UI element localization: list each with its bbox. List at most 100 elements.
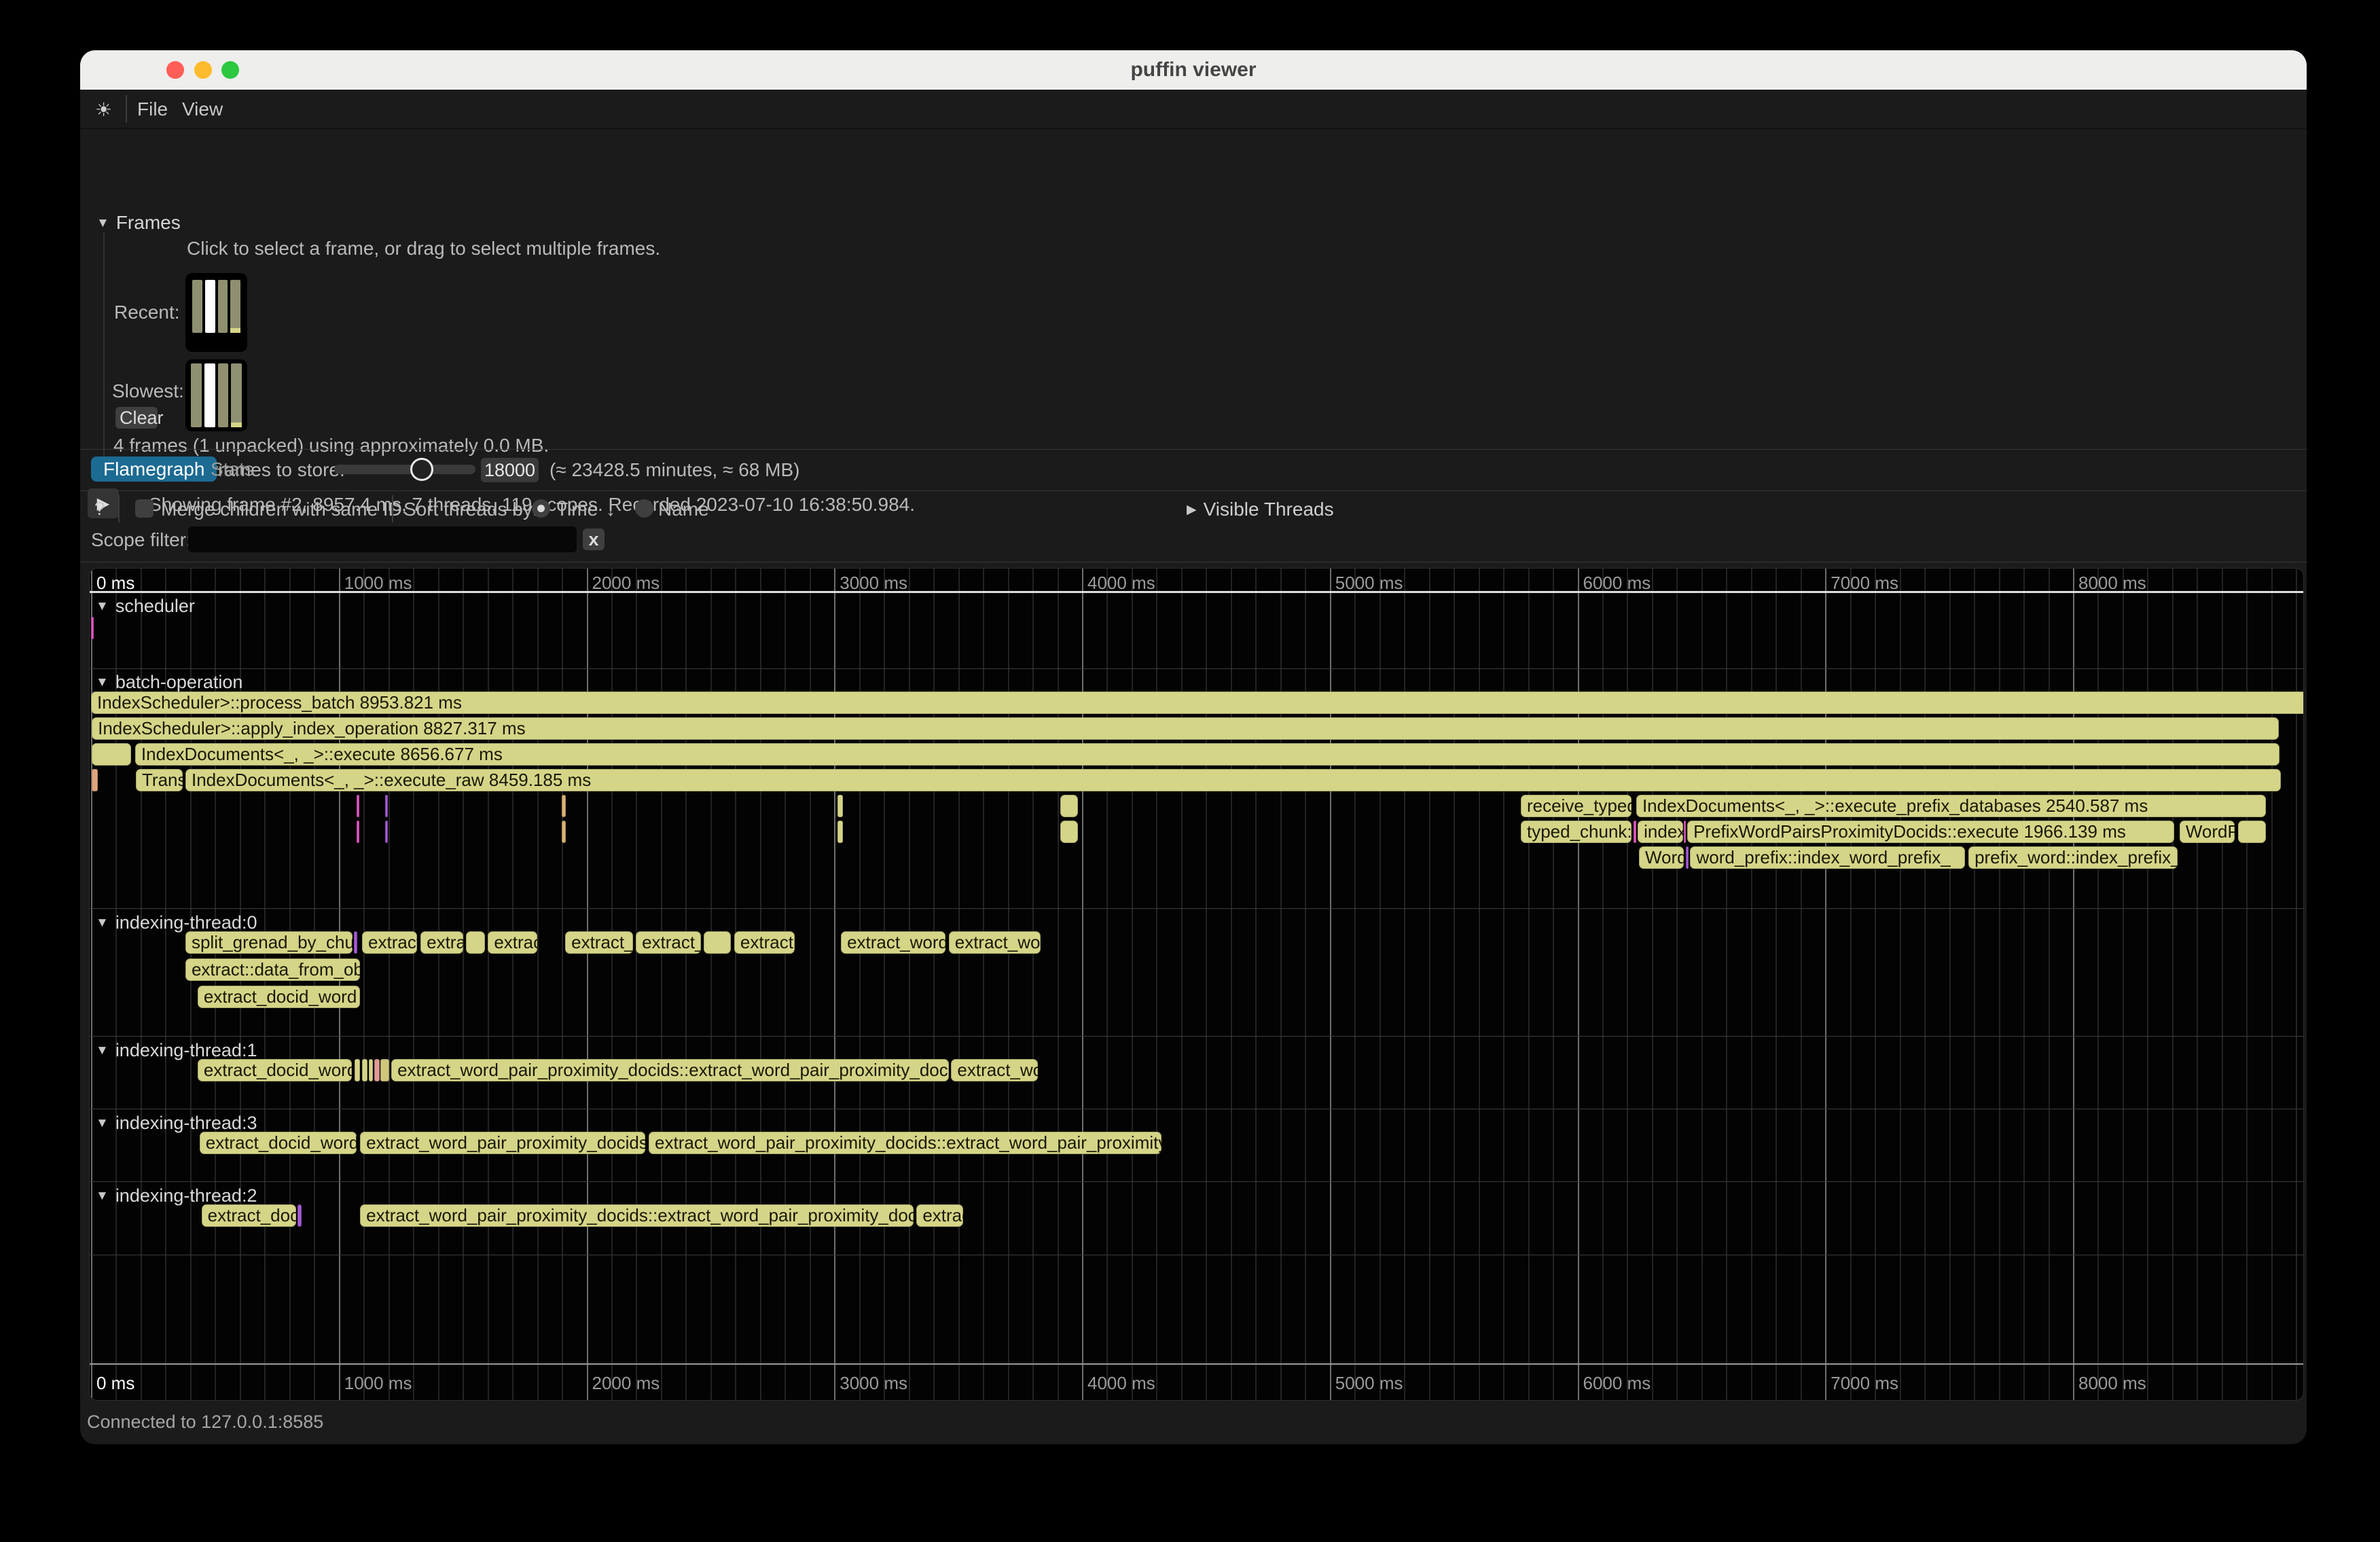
- scope-bar[interactable]: extract_wo: [949, 931, 1041, 954]
- thread-header[interactable]: ▼indexing-thread:0: [96, 912, 257, 933]
- sort-name-radio[interactable]: [635, 499, 653, 518]
- frames-header[interactable]: ▼Frames: [96, 212, 181, 234]
- scope-bar[interactable]: [380, 1059, 389, 1081]
- scope-bar[interactable]: Word: [1639, 846, 1684, 869]
- scope-bar[interactable]: extract_word: [841, 931, 945, 954]
- scope-bar[interactable]: [362, 1059, 368, 1081]
- sort-time-radio[interactable]: [532, 499, 550, 518]
- scope-bar[interactable]: [562, 795, 566, 817]
- scope-bar[interactable]: extract::data_from_ob: [185, 958, 360, 981]
- scope-bar[interactable]: PrefixWordPairsProximityDocids::execute …: [1687, 821, 2174, 843]
- scope-bar[interactable]: [466, 931, 485, 954]
- scope-bar[interactable]: extract_docid_word: [200, 1132, 357, 1154]
- visible-threads-header[interactable]: ▶Visible Threads: [1187, 499, 1334, 520]
- scope-bar[interactable]: [354, 931, 357, 954]
- scope-bar[interactable]: extract_wo: [951, 1059, 1038, 1081]
- scope-bar[interactable]: [298, 1204, 302, 1227]
- scope-bar[interactable]: extract_word_pair_proximity_docids: [360, 1132, 645, 1154]
- sort-name-label[interactable]: Name: [658, 499, 709, 520]
- scope-bar[interactable]: prefix_word::index_prefix_wo: [1968, 846, 2178, 869]
- merge-children-label[interactable]: Merge children with same ID: [161, 499, 402, 520]
- sort-direction-arrow-icon[interactable]: ↓: [606, 499, 615, 520]
- frame-bar[interactable]: [230, 280, 240, 333]
- scope-bar[interactable]: extrac: [916, 1204, 963, 1227]
- scope-bar[interactable]: [374, 1059, 380, 1081]
- scope-bar[interactable]: receive_typed_: [1521, 795, 1631, 817]
- scope-bar[interactable]: extra: [420, 931, 463, 954]
- frame-bar[interactable]: [218, 280, 228, 333]
- thread-header[interactable]: ▼indexing-thread:1: [96, 1040, 257, 1061]
- scope-bar[interactable]: extract_word_pair_proximity_docids::extr…: [649, 1132, 1161, 1154]
- thread-header[interactable]: ▼batch-operation: [96, 672, 242, 693]
- scope-bar[interactable]: [1634, 821, 1636, 843]
- scope-bar[interactable]: extract_docid_word: [198, 986, 360, 1008]
- max-frames-value[interactable]: 18000: [481, 458, 539, 482]
- scope-bar[interactable]: extract_: [565, 931, 633, 954]
- recent-frames-thumbnail[interactable]: [185, 273, 247, 352]
- thread-header[interactable]: ▼indexing-thread:2: [96, 1185, 257, 1206]
- scope-bar[interactable]: index: [1638, 821, 1682, 843]
- frame-bar[interactable]: [191, 363, 202, 427]
- scope-bar[interactable]: [385, 795, 388, 817]
- tab-stats[interactable]: Stats: [198, 456, 266, 482]
- scope-bar[interactable]: typed_chunk::w: [1521, 821, 1631, 843]
- scope-bar[interactable]: IndexScheduler>::apply_index_operation 8…: [92, 717, 2279, 740]
- scope-bar[interactable]: IndexDocuments<_, _>::execute_raw 8459.1…: [185, 769, 2281, 791]
- menu-view[interactable]: View: [182, 98, 223, 120]
- thread-header[interactable]: ▼indexing-thread:3: [96, 1113, 257, 1134]
- scope-bar[interactable]: [2238, 821, 2267, 843]
- scope-filter-input[interactable]: [188, 526, 577, 552]
- frame-bar[interactable]: [218, 363, 229, 427]
- scope-bar[interactable]: split_grenad_by_chun: [185, 931, 353, 954]
- scope-bar[interactable]: [837, 821, 843, 843]
- scope-bar[interactable]: IndexScheduler>::process_batch 8953.821 …: [91, 692, 2304, 714]
- scope-bar[interactable]: [1684, 821, 1686, 843]
- scope-bar[interactable]: extrac: [488, 931, 537, 954]
- scope-bar[interactable]: [1686, 846, 1689, 869]
- max-frames-slider[interactable]: [334, 465, 475, 474]
- clear-button[interactable]: Clear: [115, 407, 158, 429]
- close-window-button[interactable]: [166, 61, 184, 79]
- scope-bar[interactable]: extract_docid_word: [198, 1059, 352, 1081]
- scope-bar[interactable]: extract: [362, 931, 417, 954]
- scope-bar[interactable]: [837, 795, 843, 817]
- scope-bar[interactable]: [704, 931, 730, 954]
- scope-bar[interactable]: [92, 743, 131, 766]
- scope-bar[interactable]: Trans: [136, 769, 183, 791]
- scope-bar[interactable]: IndexDocuments<_, _>::execute 8656.677 m…: [135, 743, 2280, 766]
- merge-children-checkbox[interactable]: [135, 499, 154, 518]
- scope-bar[interactable]: [1060, 821, 1078, 843]
- minimize-window-button[interactable]: [194, 61, 212, 79]
- thread-header[interactable]: ▼scheduler: [96, 596, 195, 617]
- scope-bar[interactable]: extract_doc: [202, 1204, 297, 1227]
- zoom-window-button[interactable]: [221, 61, 239, 79]
- frame-bar[interactable]: [231, 363, 242, 427]
- theme-toggle-icon[interactable]: ☀: [95, 98, 112, 121]
- scope-bar[interactable]: [562, 821, 566, 843]
- scope-bar[interactable]: [357, 795, 359, 817]
- scope-bar[interactable]: extract_word_pair_proximity_docids::extr…: [391, 1059, 949, 1081]
- scope-bar[interactable]: [355, 1059, 361, 1081]
- sort-time-label[interactable]: Time: [556, 499, 598, 520]
- scope-bar[interactable]: WordPr: [2180, 821, 2235, 843]
- scope-bar[interactable]: [357, 821, 359, 843]
- slider-knob[interactable]: [410, 458, 433, 481]
- clear-filter-button[interactable]: x: [583, 528, 605, 550]
- help-button[interactable]: ?: [94, 498, 105, 520]
- frame-bar[interactable]: [204, 363, 215, 427]
- scope-bar[interactable]: [1060, 795, 1078, 817]
- scope-bar[interactable]: [385, 821, 388, 843]
- scope-bar[interactable]: [369, 1059, 372, 1081]
- frame-bar[interactable]: [192, 280, 202, 333]
- scope-bar[interactable]: extract: [734, 931, 795, 954]
- slowest-frames-thumbnail[interactable]: [185, 359, 247, 431]
- scope-bar[interactable]: word_prefix::index_word_prefix_: [1690, 846, 1965, 869]
- menu-file[interactable]: File: [137, 98, 168, 120]
- scope-bar[interactable]: [92, 769, 98, 791]
- scope-bar[interactable]: [91, 617, 94, 639]
- frame-bar[interactable]: [205, 280, 215, 333]
- scope-bar[interactable]: extract_: [636, 931, 701, 954]
- scope-bar[interactable]: extract_word_pair_proximity_docids::extr…: [360, 1204, 914, 1227]
- scope-bar[interactable]: IndexDocuments<_, _>::execute_prefix_dat…: [1636, 795, 2266, 817]
- flamegraph-canvas[interactable]: 0 ms0 ms1000 ms1000 ms2000 ms2000 ms3000…: [89, 568, 2304, 1401]
